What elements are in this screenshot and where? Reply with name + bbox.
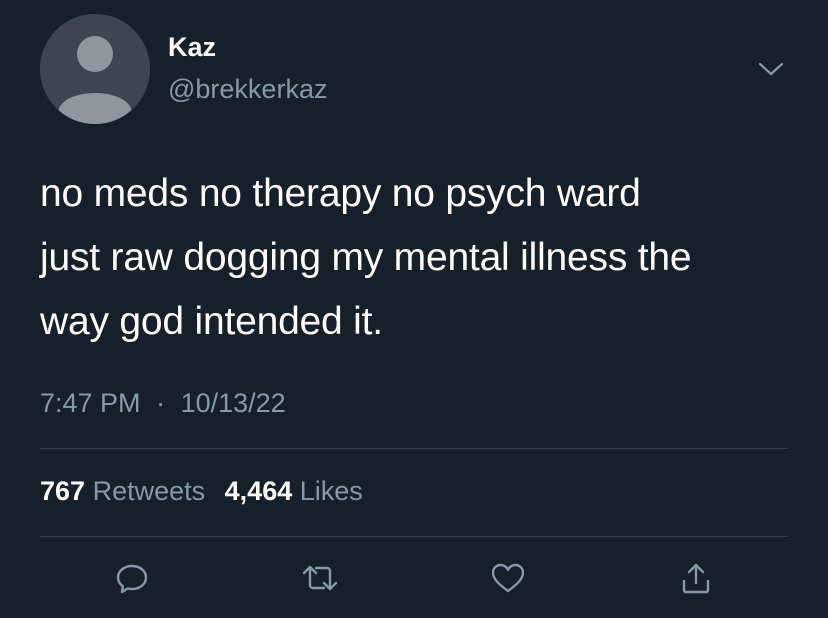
tweet-text-line: just raw dogging my mental illness the [40, 236, 692, 279]
share-icon[interactable] [674, 556, 718, 600]
tweet-header: Kaz @brekkerkaz [40, 14, 788, 126]
likes-count: 4,464 [224, 476, 293, 506]
tweet-text-line: way god intended it. [40, 300, 383, 343]
tweet-stats: 767 Retweets 4,464 Likes [40, 476, 375, 507]
tweet-detail: Kaz @brekkerkaz no meds no therapy no ps… [0, 0, 828, 618]
meta-separator: · [156, 388, 166, 418]
divider [40, 536, 788, 537]
divider [40, 448, 788, 449]
likes-label: Likes [299, 476, 363, 506]
tweet-text-line: no meds no therapy no psych ward [40, 172, 641, 215]
tweet-date: 10/13/22 [180, 388, 286, 418]
likes-stat[interactable]: 4,464 Likes [225, 476, 363, 507]
avatar[interactable] [40, 14, 150, 124]
retweets-label: Retweets [92, 476, 206, 506]
tweet-time: 7:47 PM [40, 388, 141, 418]
display-name[interactable]: Kaz [168, 32, 216, 63]
chevron-down-icon[interactable] [754, 52, 788, 86]
retweet-icon[interactable] [298, 556, 342, 600]
retweets-count: 767 [40, 476, 86, 506]
reply-icon[interactable] [110, 556, 154, 600]
user-handle[interactable]: @brekkerkaz [168, 74, 327, 105]
action-bar [0, 556, 828, 606]
tweet-timestamp[interactable]: 7:47 PM · 10/13/22 [40, 388, 286, 419]
retweets-stat[interactable]: 767 Retweets [40, 476, 205, 507]
default-avatar-icon [40, 14, 150, 124]
tweet-text: no meds no therapy no psych ward just ra… [40, 162, 800, 354]
like-icon[interactable] [486, 556, 530, 600]
